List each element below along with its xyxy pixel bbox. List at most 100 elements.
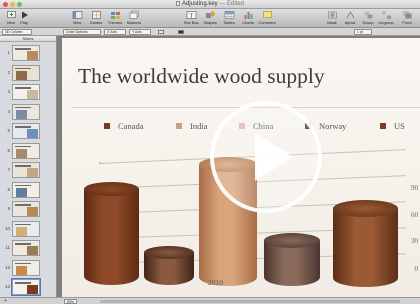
ungroup-icon <box>381 11 391 19</box>
alpha-icon <box>346 11 354 19</box>
play-icon <box>255 133 293 181</box>
y-tick-label: 60 <box>411 211 418 219</box>
group-label: Group <box>362 20 374 25</box>
bar-cap <box>84 182 139 196</box>
slide-thumbnail-row[interactable]: 5 <box>0 122 57 140</box>
format-bar: 3D Column Chart Options X Axis Y Axis 1 … <box>0 28 420 36</box>
ungroup-button[interactable]: Ungroup <box>376 10 396 26</box>
slide-thumbnail-row[interactable]: 11 <box>0 239 57 257</box>
slide-thumbnail-row[interactable]: 9 <box>0 200 57 218</box>
slide-title[interactable]: The worldwide wood supply <box>78 64 325 89</box>
mask-button[interactable]: Mask <box>322 10 342 26</box>
chart-bar[interactable] <box>333 199 398 287</box>
group-button[interactable]: Group <box>358 10 378 26</box>
tables-label: Tables <box>223 20 235 25</box>
x-axis-label: 2010 <box>208 278 223 287</box>
slide-number: 1 <box>7 50 10 55</box>
chart-bar[interactable] <box>84 182 139 285</box>
slide-number: 12 <box>4 264 10 270</box>
alpha-label: Alpha <box>344 20 356 25</box>
front-button[interactable]: Front <box>397 10 417 26</box>
alpha-button[interactable]: Alpha <box>340 10 360 26</box>
charts-button[interactable]: Charts <box>238 10 258 26</box>
slide-thumbnail[interactable] <box>12 103 40 120</box>
slide-thumbnail[interactable] <box>12 181 40 198</box>
slide-navigator: Slides 1 2 3 4 5 6 7 8 9 10 11 12 13 <box>0 36 57 297</box>
comment-label: Comment <box>258 20 276 25</box>
chart-bar[interactable] <box>144 245 194 285</box>
slide-thumbnail[interactable] <box>12 142 40 159</box>
chart-type-popup[interactable]: 3D Column <box>2 29 32 35</box>
slide-thumbnail-row[interactable]: 7 <box>0 161 57 179</box>
bar-body <box>84 189 139 285</box>
line-width-popup[interactable]: 1 pt <box>354 29 372 35</box>
mask-label: Mask <box>327 20 337 25</box>
slide-number: 8 <box>7 186 10 192</box>
themes-icon <box>110 12 120 19</box>
legend-swatch <box>176 123 182 129</box>
text-box-icon: T <box>186 11 196 19</box>
slide-thumbnail-row[interactable]: 6 <box>0 142 57 160</box>
slide-thumbnail[interactable] <box>12 45 40 61</box>
masters-button[interactable]: Masters <box>124 10 144 26</box>
navigator-header: Slides <box>0 36 56 42</box>
text-box-button[interactable]: T Text Box <box>181 10 201 26</box>
view-button[interactable]: View <box>67 10 87 26</box>
group-icon <box>364 11 372 19</box>
charts-label: Charts <box>242 20 254 25</box>
guides-button[interactable]: Guides <box>86 10 106 26</box>
slide-number: 10 <box>4 225 10 231</box>
play-video-button[interactable] <box>210 101 322 213</box>
masters-label: Masters <box>126 20 142 25</box>
shapes-button[interactable]: Shapes <box>200 10 220 26</box>
slide-thumbnail[interactable] <box>12 240 40 256</box>
themes-button[interactable]: Themes <box>105 10 125 26</box>
slide-thumbnail[interactable] <box>12 64 40 81</box>
slide-number: 2 <box>7 69 10 75</box>
comment-icon <box>262 11 272 18</box>
slide-thumbnail-row[interactable]: 2 <box>0 64 57 82</box>
slide-thumbnail[interactable] <box>12 201 40 217</box>
slide-thumbnail-row[interactable]: 12 <box>0 259 57 277</box>
legend-label: US <box>394 121 405 131</box>
chart-bar[interactable] <box>264 232 320 286</box>
svg-text:T: T <box>189 13 193 19</box>
slide-thumbnail[interactable] <box>11 278 41 296</box>
bar-cap <box>333 199 398 217</box>
shapes-icon <box>205 11 215 18</box>
legend-label: India <box>190 121 208 131</box>
fill-color-well[interactable] <box>158 30 164 34</box>
slide-thumbnail-row[interactable]: 8 <box>0 181 57 199</box>
view-label: View <box>72 20 82 25</box>
slide-thumbnail[interactable] <box>12 220 40 237</box>
slide-thumbnail-row[interactable]: 4 <box>0 103 57 121</box>
document-icon <box>175 0 180 6</box>
y-axis-popup[interactable]: Y Axis <box>129 29 151 35</box>
comment-button[interactable]: Comment <box>257 10 277 26</box>
slide-thumbnail-row[interactable]: 10 <box>0 220 57 238</box>
slide-thumbnail-row[interactable]: 1 <box>0 44 57 62</box>
slide-thumbnail-row[interactable]: 13 <box>0 278 57 296</box>
stroke-color-well[interactable] <box>178 30 184 34</box>
zoom-popup[interactable]: 89% <box>64 298 78 304</box>
x-axis-popup[interactable]: X Axis <box>104 29 126 35</box>
chart-options-popup[interactable]: Chart Options <box>63 29 101 35</box>
slide-thumbnail[interactable] <box>12 259 40 276</box>
slide-number: 3 <box>7 89 10 94</box>
tables-button[interactable]: Tables <box>219 10 239 26</box>
play-button[interactable]: Play <box>14 10 34 26</box>
slide-thumbnail[interactable] <box>12 162 40 178</box>
slide-thumbnail-row[interactable]: 3 <box>0 83 57 101</box>
horizontal-scrollbar[interactable] <box>100 299 400 303</box>
slide[interactable]: The worldwide wood supply Canada India Chi… <box>62 38 420 297</box>
themes-label: Themes <box>107 20 123 25</box>
add-slide-button[interactable]: + <box>3 298 8 304</box>
slide-canvas: The worldwide wood supply Canada India Chi… <box>57 36 420 297</box>
toolbar: New Play View Guides Themes Masters T Te… <box>0 9 420 28</box>
slide-number: 11 <box>5 245 10 250</box>
slide-thumbnail[interactable] <box>12 84 40 100</box>
legend-swatch <box>104 123 110 129</box>
grid-point <box>99 162 101 164</box>
slide-thumbnail[interactable] <box>12 123 40 139</box>
legend-swatch <box>380 123 386 129</box>
